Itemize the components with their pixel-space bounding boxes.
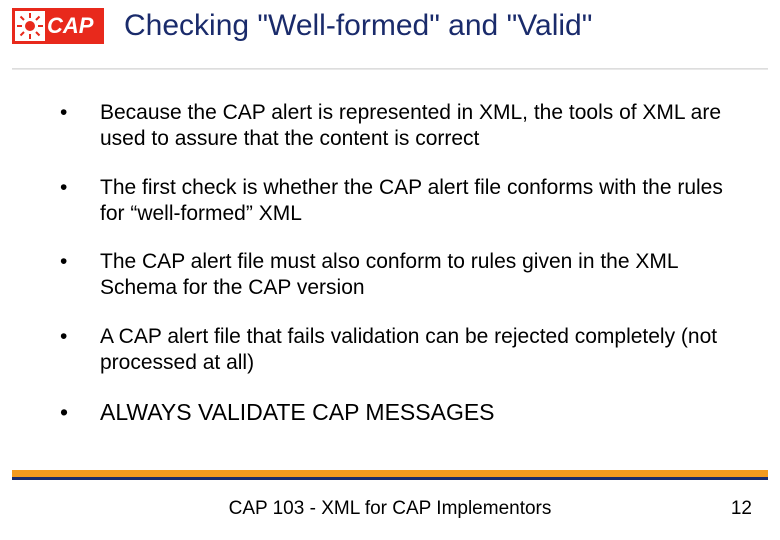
footer-text: CAP 103 - XML for CAP Implementors	[0, 498, 780, 520]
bullet-marker: •	[60, 175, 100, 228]
page-number: 12	[731, 498, 752, 520]
logo-sun-icon	[15, 11, 45, 41]
bullet-item: • A CAP alert file that fails validation…	[60, 324, 730, 377]
bullet-marker: •	[60, 324, 100, 377]
bullet-text: The CAP alert file must also conform to …	[100, 249, 730, 302]
bullet-item: • ALWAYS VALIDATE CAP MESSAGES	[60, 398, 730, 427]
slide-title: Checking "Well-formed" and "Valid"	[124, 8, 592, 44]
header: CAP Checking "Well-formed" and "Valid"	[0, 0, 780, 44]
bullet-item: • Because the CAP alert is represented i…	[60, 100, 730, 153]
bullet-text: Because the CAP alert is represented in …	[100, 100, 730, 153]
bullet-item: • The CAP alert file must also conform t…	[60, 249, 730, 302]
bullet-item: • The first check is whether the CAP ale…	[60, 175, 730, 228]
logo-text: CAP	[47, 13, 93, 39]
bullet-text: A CAP alert file that fails validation c…	[100, 324, 730, 377]
bullet-text: ALWAYS VALIDATE CAP MESSAGES	[100, 398, 730, 427]
bullet-text: The first check is whether the CAP alert…	[100, 175, 730, 228]
bullet-marker: •	[60, 249, 100, 302]
content-area: • Because the CAP alert is represented i…	[0, 70, 780, 427]
footer-divider	[12, 470, 768, 480]
bullet-marker: •	[60, 398, 100, 427]
bullet-marker: •	[60, 100, 100, 153]
cap-logo: CAP	[12, 8, 104, 44]
